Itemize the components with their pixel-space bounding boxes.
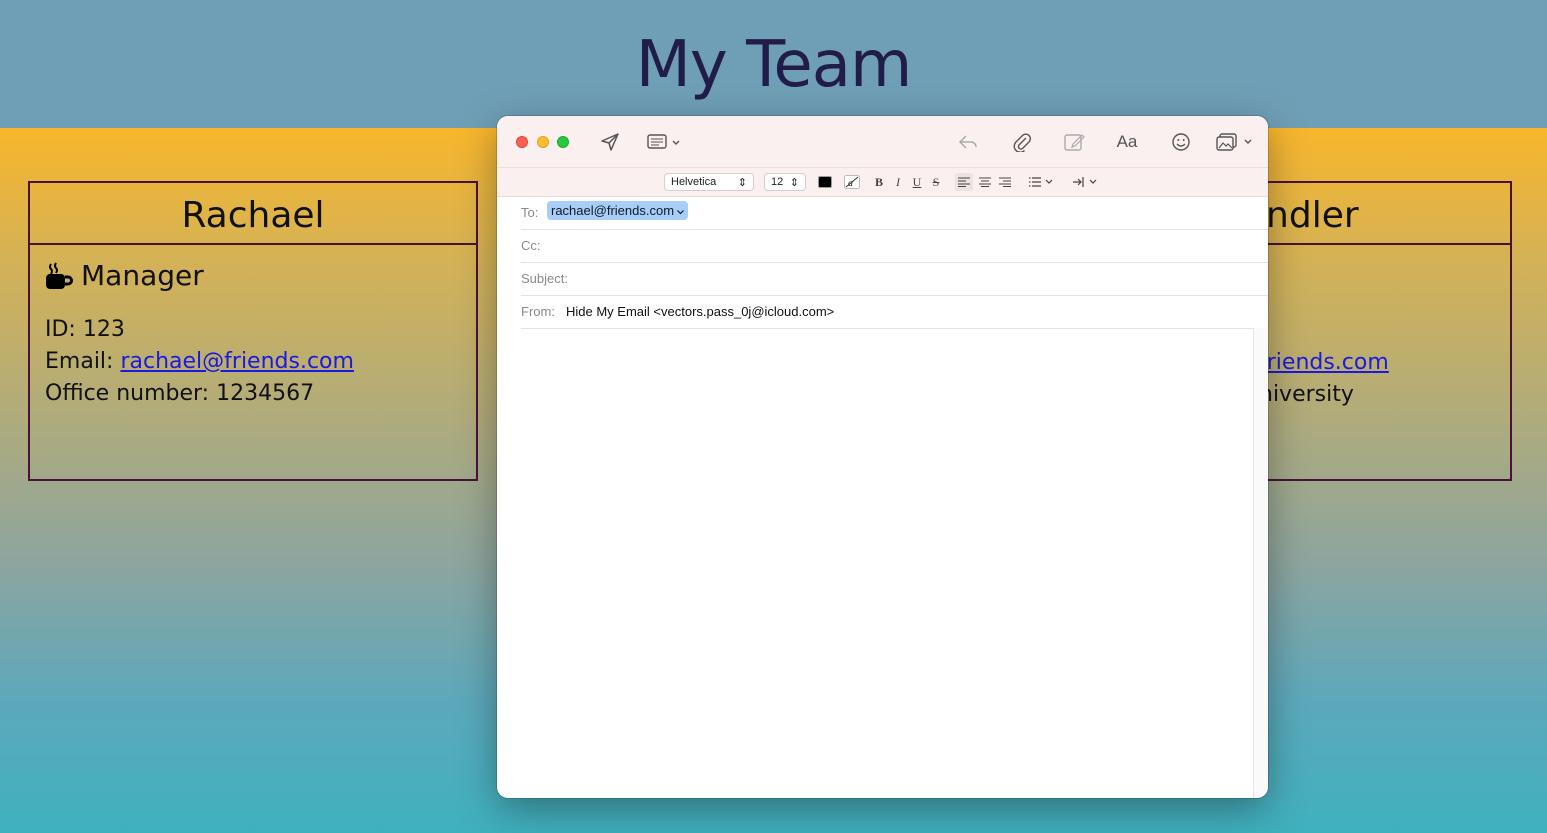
header-fields-icon[interactable] (647, 130, 683, 154)
font-size-value: 12 (771, 176, 784, 188)
strikethrough-button[interactable]: S (929, 173, 943, 191)
cc-field[interactable]: Cc: (521, 230, 1268, 263)
emoji-icon[interactable] (1170, 130, 1192, 154)
highlight-color-icon[interactable]: a (844, 173, 860, 191)
to-label: To: (521, 205, 539, 220)
bold-button[interactable]: B (872, 173, 886, 191)
coffee-mug-icon (45, 261, 73, 290)
format-button[interactable]: Aa (1115, 130, 1139, 154)
card-email-link[interactable]: friends.com (1259, 350, 1389, 375)
align-left-icon[interactable] (955, 173, 973, 191)
card-role-label: Manager (81, 259, 204, 292)
card-role: Manager (45, 259, 461, 292)
markup-icon[interactable] (1064, 130, 1086, 154)
subject-field[interactable]: Subject: (521, 263, 1268, 296)
reply-icon[interactable] (957, 130, 979, 154)
mail-toolbar: Aa (497, 116, 1268, 168)
font-family-select[interactable]: Helvetica ⇕ (664, 173, 754, 191)
subject-label: Subject: (521, 271, 568, 286)
to-field[interactable]: To: rachael@friends.com (521, 197, 1268, 230)
message-body[interactable] (521, 328, 1254, 798)
chevron-down-icon (677, 203, 684, 218)
minimize-window-button[interactable] (537, 136, 549, 148)
font-family-value: Helvetica (671, 176, 717, 188)
card-body: Manager ID: 123 Email: rachael@friends.c… (30, 245, 476, 424)
photo-browser-icon[interactable] (1215, 130, 1255, 154)
from-label: From: (521, 304, 555, 319)
message-scrollbar[interactable] (1253, 328, 1268, 798)
indent-icon[interactable] (1073, 173, 1099, 191)
zoom-window-button[interactable] (557, 136, 569, 148)
text-color-swatch[interactable] (818, 173, 832, 191)
font-size-select[interactable]: 12 ⇕ (764, 173, 806, 191)
card-name: Rachael (30, 183, 476, 245)
card-email-label: Email: (45, 349, 121, 374)
paperclip-icon[interactable] (1011, 130, 1033, 154)
recipient-chip[interactable]: rachael@friends.com (547, 201, 689, 220)
close-window-button[interactable] (516, 136, 528, 148)
card-id: ID: 123 (45, 317, 125, 342)
from-value[interactable]: Hide My Email <vectors.pass_0j@icloud.co… (566, 304, 834, 319)
mail-compose-window: Aa Helvetica ⇕ 12 ⇕ a B I U S (497, 116, 1268, 798)
italic-button[interactable]: I (891, 173, 905, 191)
format-bar: Helvetica ⇕ 12 ⇕ a B I U S (497, 168, 1268, 197)
updown-icon: ⇕ (737, 176, 747, 189)
paper-plane-icon[interactable] (599, 130, 621, 154)
card-email-line: Email: rachael@friends.com (45, 346, 461, 378)
cc-label: Cc: (521, 238, 541, 253)
align-center-icon[interactable] (978, 173, 992, 191)
card-office: Office number: 1234567 (45, 381, 315, 406)
employee-card-rachael: Rachael Manager ID: 123 Email: rachael@f… (28, 181, 478, 481)
card-email-link[interactable]: rachael@friends.com (120, 349, 353, 374)
align-right-icon[interactable] (998, 173, 1012, 191)
underline-button[interactable]: U (910, 173, 924, 191)
recipient-address: rachael@friends.com (551, 203, 675, 218)
from-field[interactable]: From: Hide My Email <vectors.pass_0j@icl… (521, 296, 1268, 329)
page-title: My Team (635, 28, 913, 102)
updown-icon: ⇕ (789, 176, 799, 189)
list-style-icon[interactable] (1029, 173, 1055, 191)
